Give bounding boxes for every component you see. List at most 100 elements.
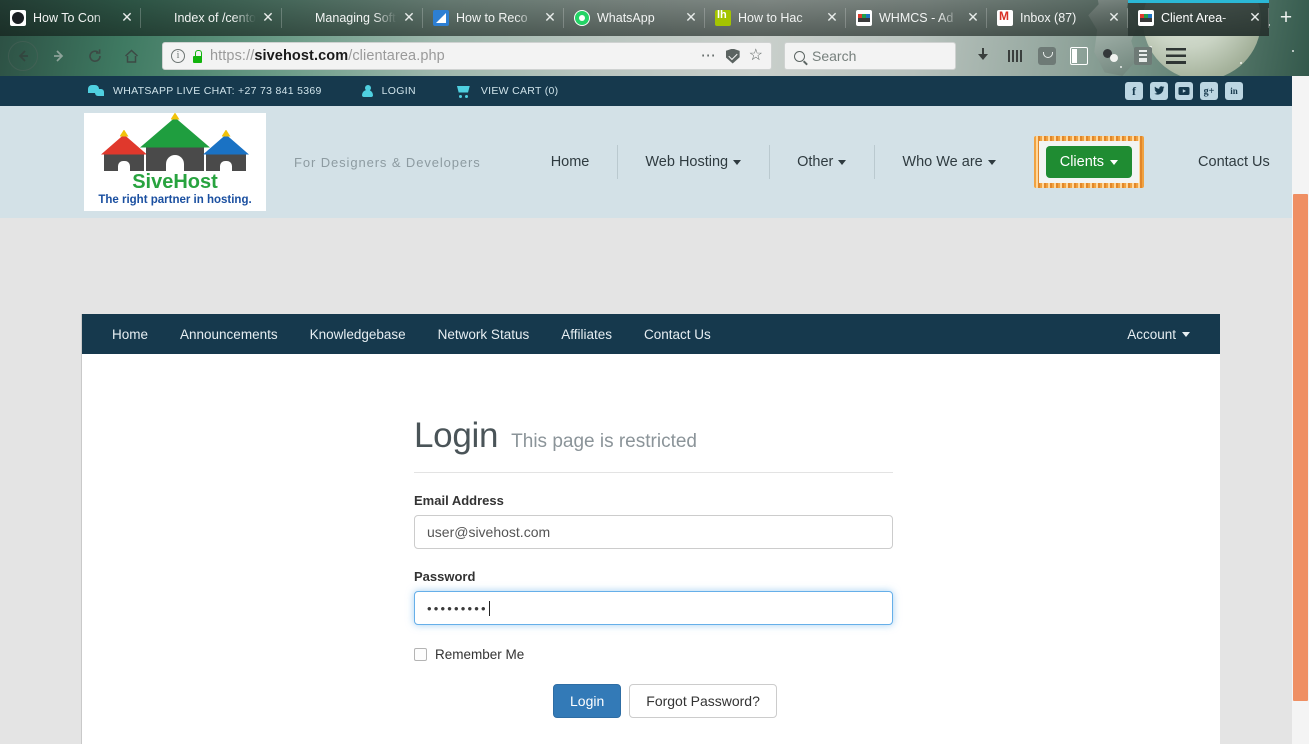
login-form: Login This page is restricted Email Addr… (82, 354, 1220, 718)
toolbar-icons (974, 47, 1190, 65)
pocket-icon[interactable] (1038, 47, 1056, 65)
browser-tab[interactable]: Managing Soft ✕ (282, 0, 423, 36)
lh-icon (715, 10, 731, 26)
nav-item-web-hosting[interactable]: Web Hosting (617, 139, 769, 185)
close-icon[interactable]: ✕ (119, 10, 135, 26)
atoms-icon[interactable] (1102, 47, 1120, 65)
facebook-icon[interactable]: f (1125, 82, 1143, 100)
login-button[interactable]: Login (553, 684, 622, 718)
tab-title: How to Hac (738, 11, 803, 25)
nav-item-contact-us[interactable]: Contact Us (1170, 139, 1298, 185)
close-icon[interactable]: ✕ (824, 10, 840, 26)
social-links: f g+ in (1125, 82, 1309, 100)
whatsapp-live-chat[interactable]: WHATSAPP LIVE CHAT: +27 73 841 5369 (88, 84, 322, 98)
new-tab-button[interactable]: + (1269, 0, 1303, 36)
remember-me-row[interactable]: Remember Me (414, 647, 1220, 662)
clientnav-item-contact-us[interactable]: Contact Us (628, 314, 727, 354)
close-icon[interactable]: ✕ (260, 10, 276, 26)
account-label: Account (1127, 326, 1176, 342)
close-icon[interactable]: ✕ (1247, 10, 1263, 26)
nav-label: Contact Us (1198, 154, 1270, 170)
nav-label: Other (797, 154, 834, 170)
email-value: user@sivehost.com (427, 524, 551, 540)
clients-label: Clients (1059, 154, 1105, 170)
browser-tab-active[interactable]: Client Area- ✕ (1128, 0, 1269, 36)
hamburger-menu-icon[interactable] (1166, 48, 1186, 64)
browser-tab[interactable]: WHMCS - Ad ✕ (846, 0, 987, 36)
site-topbar: WHATSAPP LIVE CHAT: +27 73 841 5369 LOGI… (0, 76, 1309, 106)
library-icon[interactable] (1006, 47, 1024, 65)
plain-icon (151, 10, 167, 26)
page-actions-icon[interactable]: ⋯ (701, 48, 717, 63)
sivehost-icon (1138, 10, 1154, 26)
nav-item-other[interactable]: Other (769, 139, 874, 185)
download-icon[interactable] (974, 47, 992, 65)
back-button[interactable] (8, 41, 38, 71)
reload-button[interactable] (80, 41, 110, 71)
header-tagline: For Designers & Developers (294, 154, 481, 170)
login-header: Login This page is restricted (414, 416, 893, 473)
chevron-down-icon (838, 159, 847, 165)
nav-item-who-we-are[interactable]: Who We are (874, 139, 1023, 185)
close-icon[interactable]: ✕ (1106, 10, 1122, 26)
site-logo[interactable]: SiveHost The right partner in hosting. (84, 112, 266, 211)
tool-icon[interactable] (1134, 47, 1152, 65)
password-field[interactable]: ••••••••• (414, 591, 893, 625)
sidebar-icon[interactable] (1070, 47, 1088, 65)
url-bar[interactable]: i https://sivehost.com/clientarea.php ⋯ … (162, 42, 772, 70)
browser-tab[interactable]: WhatsApp ✕ (564, 0, 705, 36)
googleplus-icon[interactable]: g+ (1200, 82, 1218, 100)
email-label: Email Address (414, 493, 504, 508)
remember-me-checkbox[interactable] (414, 648, 427, 661)
page-scrollbar-thumb[interactable] (1293, 194, 1308, 701)
page-info-icon[interactable]: i (171, 49, 185, 63)
close-icon[interactable]: ✕ (542, 10, 558, 26)
pocket-save-icon[interactable] (725, 48, 740, 64)
nav-label: Home (550, 154, 590, 170)
search-bar[interactable]: Search (784, 42, 956, 70)
plain-icon (292, 10, 308, 26)
bookmark-star-icon[interactable]: ☆ (749, 48, 763, 64)
clientnav-item-announcements[interactable]: Announcements (164, 314, 294, 354)
clientnav-item-knowledgebase[interactable]: Knowledgebase (294, 314, 422, 354)
view-cart-link[interactable]: VIEW CART (0) (456, 85, 559, 98)
forward-button[interactable] (44, 41, 74, 71)
close-icon[interactable]: ✕ (965, 10, 981, 26)
search-input[interactable]: Search (812, 48, 856, 64)
url-text: https://sivehost.com/clientarea.php (210, 48, 445, 64)
browser-tab[interactable]: How To Con ✕ (0, 0, 141, 36)
home-button[interactable] (116, 41, 146, 71)
browser-toolbar: i https://sivehost.com/clientarea.php ⋯ … (0, 36, 1309, 76)
close-icon[interactable]: ✕ (683, 10, 699, 26)
chevron-down-icon (1182, 331, 1190, 337)
user-icon (361, 84, 373, 98)
browser-tab[interactable]: Inbox (87) ✕ (987, 0, 1128, 36)
tab-title: WHMCS - Ad (879, 11, 954, 25)
password-label: Password (414, 569, 476, 584)
page-scrollbar-track[interactable] (1292, 76, 1309, 744)
tab-title: Inbox (87) (1020, 11, 1077, 25)
nav-item-home[interactable]: Home (523, 139, 618, 185)
clientnav-account-menu[interactable]: Account (1111, 314, 1206, 354)
close-icon[interactable]: ✕ (401, 10, 417, 26)
clientnav-item-network-status[interactable]: Network Status (422, 314, 546, 354)
browser-tab[interactable]: How to Hac ✕ (705, 0, 846, 36)
clientnav-item-home[interactable]: Home (96, 314, 164, 354)
remember-me-label: Remember Me (435, 647, 525, 662)
chevron-down-icon (1110, 159, 1119, 165)
tab-strip: How To Con ✕ Index of /cento ✕ Managing … (0, 0, 1309, 36)
clients-button[interactable]: Clients (1045, 146, 1133, 178)
linkedin-icon[interactable]: in (1225, 82, 1243, 100)
twitter-icon[interactable] (1150, 82, 1168, 100)
tab-title: Client Area- (1161, 11, 1227, 25)
browser-tab[interactable]: Index of /cento ✕ (141, 0, 282, 36)
forgot-password-button[interactable]: Forgot Password? (629, 684, 777, 718)
github-icon (10, 10, 26, 26)
login-link[interactable]: LOGIN (361, 84, 416, 98)
password-value: ••••••••• (427, 600, 488, 616)
nav-label: Who We are (902, 154, 983, 170)
youtube-icon[interactable] (1175, 82, 1193, 100)
email-field[interactable]: user@sivehost.com (414, 515, 893, 549)
clientnav-item-affiliates[interactable]: Affiliates (545, 314, 628, 354)
browser-tab[interactable]: How to Reco ✕ (423, 0, 564, 36)
